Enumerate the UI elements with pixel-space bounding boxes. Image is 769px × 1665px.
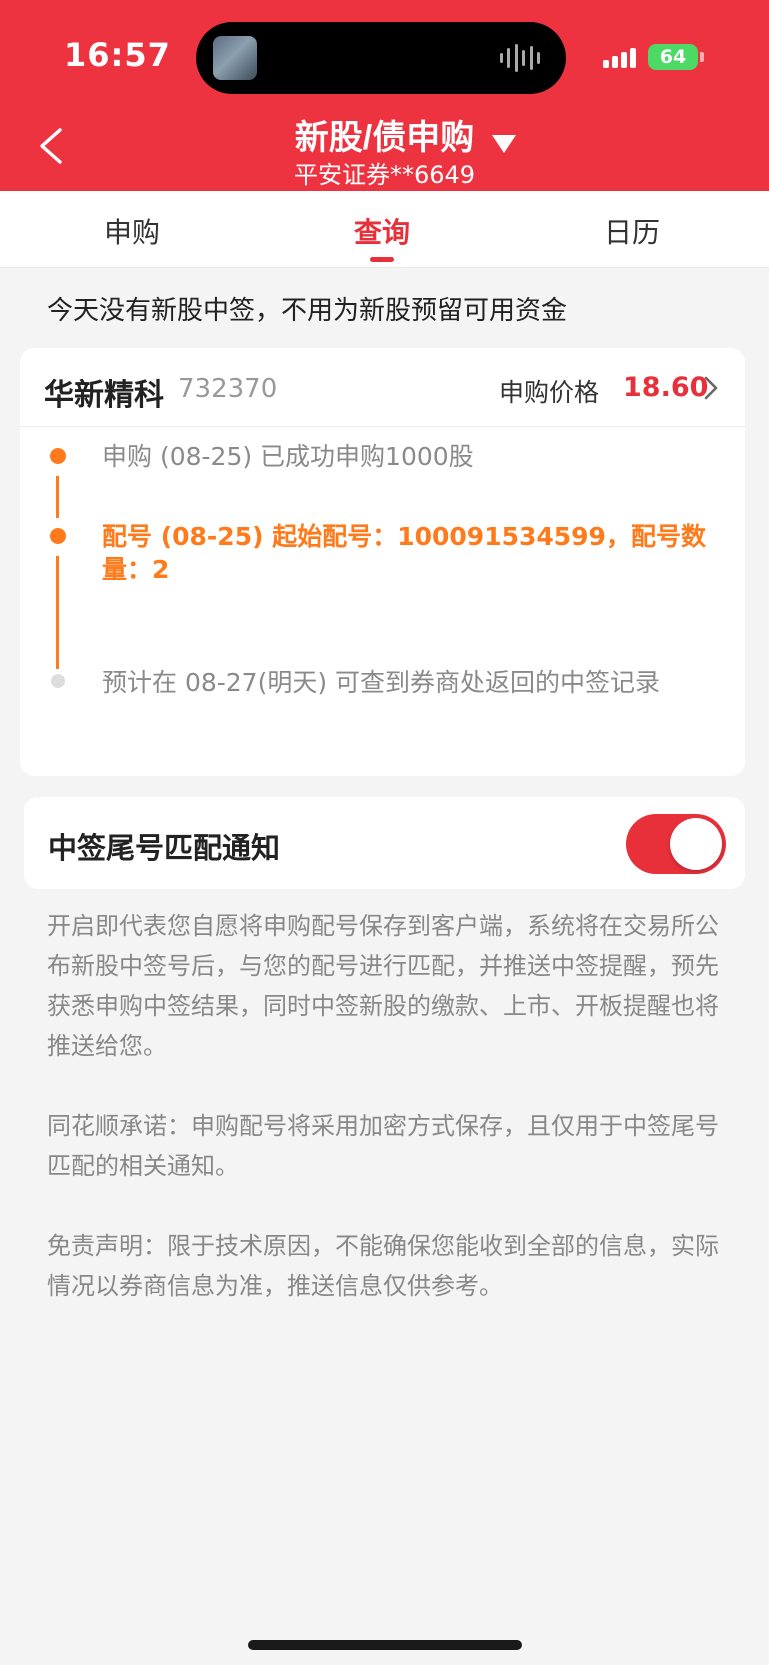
status-time: 16:57 [64, 36, 171, 74]
page-title-text: 新股/债申购 [294, 119, 475, 157]
app-header: 16:57 64 新股/债申购 平安证券**6649 [0, 0, 769, 191]
tab-bar: 申购 查询 日历 [0, 191, 769, 268]
stock-code: 732370 [178, 374, 278, 404]
battery-cap [700, 52, 704, 62]
timeline-dot-done [50, 448, 66, 464]
timeline-step-subscribe: 申购 (08-25) 已成功申购1000股 [102, 442, 474, 471]
tab-query[interactable]: 查询 [302, 211, 462, 251]
timeline-step-allotment-number: 配号 (08-25) 起始配号：100091534599，配号数量：2 [102, 522, 706, 584]
privacy-commitment: 同花顺承诺：申购配号将采用加密方式保存，且仅用于中签尾号匹配的相关通知。 [47, 1112, 719, 1180]
disclaimer: 免责声明：限于技术原因，不能确保您能收到全部的信息，实际情况以券商信息为准，推送… [47, 1232, 719, 1300]
allotment-notice: 今天没有新股中签，不用为新股预留可用资金 [47, 296, 568, 326]
battery-icon: 64 [648, 44, 698, 70]
chevron-right-icon[interactable] [703, 376, 719, 400]
notify-description: 开启即代表您自愿将申购配号保存到客户端，系统将在交易所公布新股中签号后，与您的配… [47, 912, 719, 1060]
timeline-dot-current [50, 528, 66, 544]
toggle-knob [670, 818, 722, 870]
price-label: 申购价格 [499, 378, 600, 407]
timeline-dot-pending [51, 674, 65, 688]
account-subtitle: 平安证券**6649 [293, 161, 476, 189]
audio-wave-icon [500, 44, 540, 72]
dropdown-triangle-icon[interactable] [492, 135, 516, 153]
notify-setting-card: 中签尾号匹配通知 [24, 797, 745, 889]
timeline-connector [56, 476, 59, 518]
stock-card: 华新精科 732370 申购价格 18.60 申购 (08-25) 已成功申购1… [20, 348, 745, 776]
page-title[interactable]: 新股/债申购 [0, 110, 769, 159]
home-indicator[interactable] [248, 1640, 522, 1650]
timeline-connector [56, 556, 59, 669]
battery-level: 64 [659, 46, 687, 68]
notify-toggle[interactable] [626, 814, 726, 874]
cellular-signal-icon [603, 46, 639, 68]
tab-calendar[interactable]: 日历 [552, 211, 712, 251]
notify-label: 中签尾号匹配通知 [48, 831, 281, 865]
price-value: 18.60 [623, 372, 709, 403]
active-tab-indicator [370, 257, 394, 262]
dynamic-island [196, 22, 566, 94]
stock-name: 华新精科 [44, 378, 164, 413]
stock-card-header[interactable]: 华新精科 732370 申购价格 18.60 [20, 348, 745, 427]
tab-subscribe[interactable]: 申购 [52, 211, 212, 251]
timeline-step-result-expected: 预计在 08-27(明天) 可查到券商处返回的中签记录 [102, 668, 661, 697]
now-playing-thumbnail [213, 36, 257, 80]
